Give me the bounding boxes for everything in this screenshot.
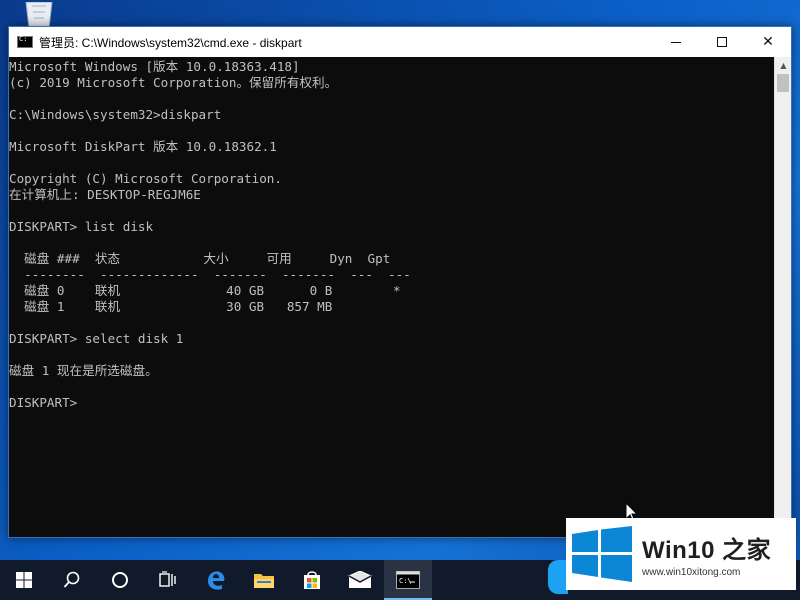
task-view-button[interactable]	[144, 560, 192, 600]
cortana-button[interactable]	[96, 560, 144, 600]
scrollbar-thumb[interactable]	[777, 74, 789, 92]
minimize-icon	[671, 41, 681, 43]
console-line: 磁盘 ### 状态 大小 可用 Dyn Gpt	[9, 251, 391, 266]
store-icon	[304, 571, 320, 589]
close-button[interactable]: ✕	[745, 27, 791, 57]
console-line: DISKPART> select disk 1	[9, 331, 184, 346]
cmd-app-icon[interactable]	[17, 35, 33, 48]
console-output[interactable]: Microsoft Windows [版本 10.0.18363.418] (c)…	[9, 57, 775, 537]
scroll-up-arrow-icon[interactable]: ▲	[775, 57, 792, 74]
console-line: 磁盘 1 现在是所选磁盘。	[9, 363, 158, 378]
start-button[interactable]	[0, 560, 48, 600]
console-line: DISKPART>	[9, 395, 78, 410]
console-line: (c) 2019 Microsoft Corporation。保留所有权利。	[9, 75, 338, 90]
store-button[interactable]	[288, 560, 336, 600]
watermark-brand: Win10 之家	[642, 537, 772, 564]
window-title: 管理员: C:\Windows\system32\cmd.exe - diskp…	[39, 35, 302, 50]
watermark: Win10 之家 www.win10xitong.com	[566, 518, 796, 590]
console-line: Microsoft Windows [版本 10.0.18363.418]	[9, 59, 300, 74]
mail-icon	[348, 571, 372, 588]
watermark-url: www.win10xitong.com	[642, 567, 741, 578]
search-icon	[63, 571, 80, 588]
windows-logo-icon	[16, 572, 32, 588]
console-line: DISKPART> list disk	[9, 219, 154, 234]
mail-button[interactable]	[336, 560, 384, 600]
minimize-button[interactable]	[653, 27, 699, 57]
console-line: Microsoft DiskPart 版本 10.0.18362.1	[9, 139, 277, 154]
cortana-icon	[112, 572, 128, 588]
vertical-scrollbar[interactable]: ▲	[774, 57, 791, 537]
maximize-button[interactable]	[699, 27, 745, 57]
console-line: C:\Windows\system32>diskpart	[9, 107, 222, 122]
task-view-icon	[159, 571, 176, 587]
cmd-taskbar-button[interactable]: C:\	[384, 560, 432, 600]
svg-text:C:\: C:\	[399, 577, 412, 585]
console-line: 在计算机上: DESKTOP-REGJM6E	[9, 187, 201, 202]
close-icon: ✕	[762, 34, 774, 50]
edge-icon	[208, 571, 225, 590]
edge-button[interactable]	[192, 560, 240, 600]
title-bar[interactable]: 管理员: C:\Windows\system32\cmd.exe - diskp…	[9, 27, 791, 57]
console-line: 磁盘 0 联机 40 GB 0 B *	[9, 283, 401, 298]
maximize-icon	[717, 37, 727, 47]
file-explorer-button[interactable]	[240, 560, 288, 600]
console-line: 磁盘 1 联机 30 GB 857 MB	[9, 299, 333, 314]
notification-bird-icon[interactable]	[548, 560, 568, 594]
cmd-icon: C:\	[396, 571, 420, 589]
folder-icon	[254, 574, 274, 588]
search-button[interactable]	[48, 560, 96, 600]
cmd-window[interactable]: 管理员: C:\Windows\system32\cmd.exe - diskp…	[8, 26, 792, 538]
windows-logo-watermark-icon	[572, 526, 632, 582]
console-line: Copyright (C) Microsoft Corporation.	[9, 171, 282, 186]
console-line: -------- ------------- ------- ------- -…	[9, 267, 411, 282]
